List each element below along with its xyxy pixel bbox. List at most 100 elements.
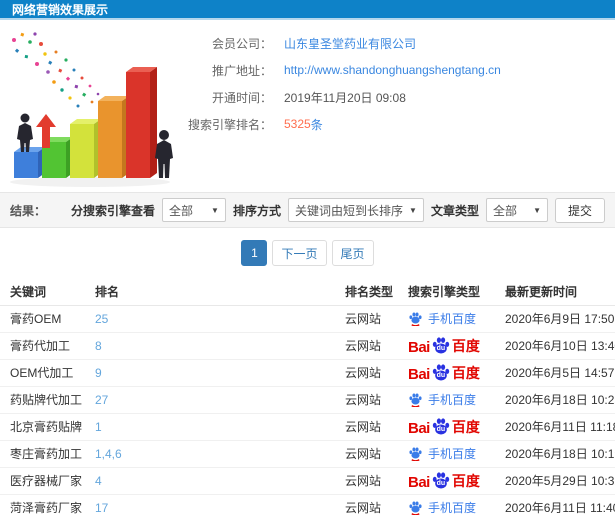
engine-cell: 手机百度 (408, 310, 495, 327)
table-row: 膏药OEM 25 云网站 手机百度 2020年6月9日 17:50 (0, 305, 615, 333)
chevron-down-icon: ▼ (211, 205, 219, 215)
engine-cell: Bai du 百度 (408, 417, 495, 437)
filter-bar: 结果： 分搜索引擎查看 全部 ▼ 排序方式 关键词由短到长排序 ▼ 文章类型 全… (0, 192, 615, 228)
baidu-logo-cn: 百度 (451, 337, 480, 354)
rank-cell: 8 (85, 332, 335, 360)
person-left (17, 113, 33, 152)
baidu-logo: Bai du 百度 (408, 417, 480, 437)
baidu-logo-du: du (436, 425, 446, 433)
rank-link[interactable]: 9 (95, 366, 102, 380)
page-button-current[interactable]: 1 (241, 240, 268, 266)
top-section: 会员公司： 山东皇圣堂药业有限公司 推广地址： http://www.shandong… (0, 20, 615, 192)
bar-chart-illustration-svg (10, 32, 173, 187)
header-bar: 网络营销效果展示 (0, 0, 615, 20)
engine-cell: Bai du 百度 (408, 471, 495, 491)
rank-link[interactable]: 17 (95, 501, 108, 515)
baidu-paw-icon: du (431, 417, 451, 437)
mobile-baidu-label: 手机百度 (428, 393, 477, 407)
rank-cell: 25 (85, 305, 335, 333)
table-row: 菏泽膏药厂家 17 云网站 手机百度 2020年6月11日 11:40 (0, 494, 615, 520)
engine-cell-td: 手机百度 (398, 494, 495, 520)
keyword-cell: 医疗器械厂家 (0, 467, 85, 495)
mobile-baidu-badge: 手机百度 (408, 310, 476, 327)
page-button-next[interactable]: 下一页 (272, 240, 327, 266)
mobile-baidu-badge: 手机百度 (408, 445, 476, 462)
bars (14, 67, 157, 178)
baidu-logo: Bai du 百度 (408, 336, 480, 356)
table-body: 膏药OEM 25 云网站 手机百度 2020年6月9日 17:50 膏药代加工 … (0, 305, 615, 520)
profile-panel: 会员公司： 山东皇圣堂药业有限公司 推广地址： http://www.shandong… (180, 20, 615, 192)
time-cell: 2020年6月10日 13:40 (495, 332, 615, 360)
baidu-logo: Bai du 百度 (408, 471, 480, 491)
time-cell: 2020年6月9日 17:50 (495, 305, 615, 333)
engine-cell: Bai du 百度 (408, 336, 495, 356)
keyword-cell: 膏药代加工 (0, 332, 85, 360)
page-button-last[interactable]: 尾页 (331, 240, 374, 266)
sort-filter-select[interactable]: 关键词由短到长排序 ▼ (287, 198, 424, 222)
table-header-row: 关键词 排名 排名类型 搜索引擎类型 最新更新时间 (0, 278, 615, 306)
engine-filter-label: 分搜索引擎查看 (70, 203, 155, 218)
rank-link[interactable]: 4 (95, 474, 102, 488)
table-header: 排名 (85, 278, 335, 306)
profile-label: 搜索引擎排名： (187, 117, 272, 132)
chevron-down-icon: ▼ (533, 205, 541, 215)
bar-chart-illustration (0, 20, 180, 192)
baidu-logo-bai: Bai (408, 419, 430, 437)
mobile-baidu-badge: 手机百度 (408, 391, 476, 408)
baidu-logo-bai: Bai (408, 365, 430, 383)
profile-rows: 会员公司： 山东皇圣堂药业有限公司 推广地址： http://www.shandong… (180, 34, 615, 133)
engine-filter-value: 全部 (168, 203, 193, 218)
baidu-paw-icon: du (431, 471, 451, 491)
engine-cell: Bai du 百度 (408, 363, 495, 383)
keyword-cell: 北京膏药贴牌 (0, 413, 85, 441)
rank-link[interactable]: 8 (95, 339, 102, 353)
rank-cell: 1 (85, 413, 335, 441)
mobile-baidu-label: 手机百度 (428, 447, 477, 461)
profile-value[interactable]: http://www.shandonghuangshengtang.cn (284, 63, 501, 77)
article-type-select[interactable]: 全部 ▼ (485, 198, 548, 222)
keyword-cell: OEM代加工 (0, 359, 85, 387)
engine-cell-td: Bai du 百度 (398, 359, 495, 387)
rank-cell: 1,4,6 (85, 440, 335, 468)
profile-value: 2019年11月20日 09:08 (284, 90, 406, 105)
baidu-logo-bai: Bai (408, 473, 430, 491)
baidu-logo-bai: Bai (408, 338, 430, 356)
person-right (155, 130, 173, 178)
profile-label: 开通时间： (211, 90, 272, 105)
time-cell: 2020年6月18日 10:25 (495, 386, 615, 414)
engine-cell: 手机百度 (408, 445, 495, 462)
pagination: 1 下一页 尾页 (0, 228, 615, 278)
profile-row: 开通时间： 2019年11月20日 09:08 (180, 88, 615, 106)
filter-group: 分搜索引擎查看 全部 ▼ 排序方式 关键词由短到长排序 ▼ 文章类型 全部 ▼ … (70, 197, 605, 223)
time-cell: 2020年6月5日 14:57 (495, 359, 615, 387)
submit-button[interactable]: 提交 (554, 197, 605, 223)
rank-link[interactable]: 1,4,6 (95, 447, 122, 461)
keyword-cell: 菏泽膏药厂家 (0, 494, 85, 520)
baidu-logo-cn: 百度 (451, 418, 480, 435)
engine-filter-select[interactable]: 全部 ▼ (161, 198, 226, 222)
table-row: OEM代加工 9 云网站 Bai du 百度 2020年6月5日 14:57 (0, 359, 615, 387)
rank-link[interactable]: 1 (95, 420, 102, 434)
keyword-table: 关键词 排名 排名类型 搜索引擎类型 最新更新时间 膏药OEM 25 云网站 手机百度 … (0, 278, 615, 520)
table-row: 北京膏药贴牌 1 云网站 Bai du 百度 2020年6月11日 11:18 (0, 413, 615, 441)
engine-cell-td: Bai du 百度 (398, 467, 495, 495)
profile-value[interactable]: 山东皇圣堂药业有限公司 (284, 35, 416, 52)
baidu-logo-du: du (436, 479, 446, 487)
profile-value: 5325 (284, 117, 311, 131)
table-row: 枣庄膏药加工 1,4,6 云网站 手机百度 2020年6月18日 10:19 (0, 440, 615, 468)
page-title: 网络营销效果展示 (12, 2, 109, 17)
rank-type-cell: 云网站 (335, 494, 398, 520)
engine-cell-td: 手机百度 (398, 386, 495, 414)
rank-type-cell: 云网站 (335, 386, 398, 414)
baidu-paw-icon (409, 447, 422, 461)
sort-filter-label: 排序方式 (232, 203, 281, 218)
rank-link[interactable]: 25 (95, 312, 108, 326)
baidu-logo-cn: 百度 (451, 364, 480, 381)
rank-link[interactable]: 27 (95, 393, 108, 407)
time-cell: 2020年6月11日 11:40 (495, 494, 615, 520)
time-cell: 2020年5月29日 10:32 (495, 467, 615, 495)
keyword-cell: 枣庄膏药加工 (0, 440, 85, 468)
baidu-logo: Bai du 百度 (408, 363, 480, 383)
baidu-paw-icon (409, 312, 422, 326)
rank-type-cell: 云网站 (335, 440, 398, 468)
